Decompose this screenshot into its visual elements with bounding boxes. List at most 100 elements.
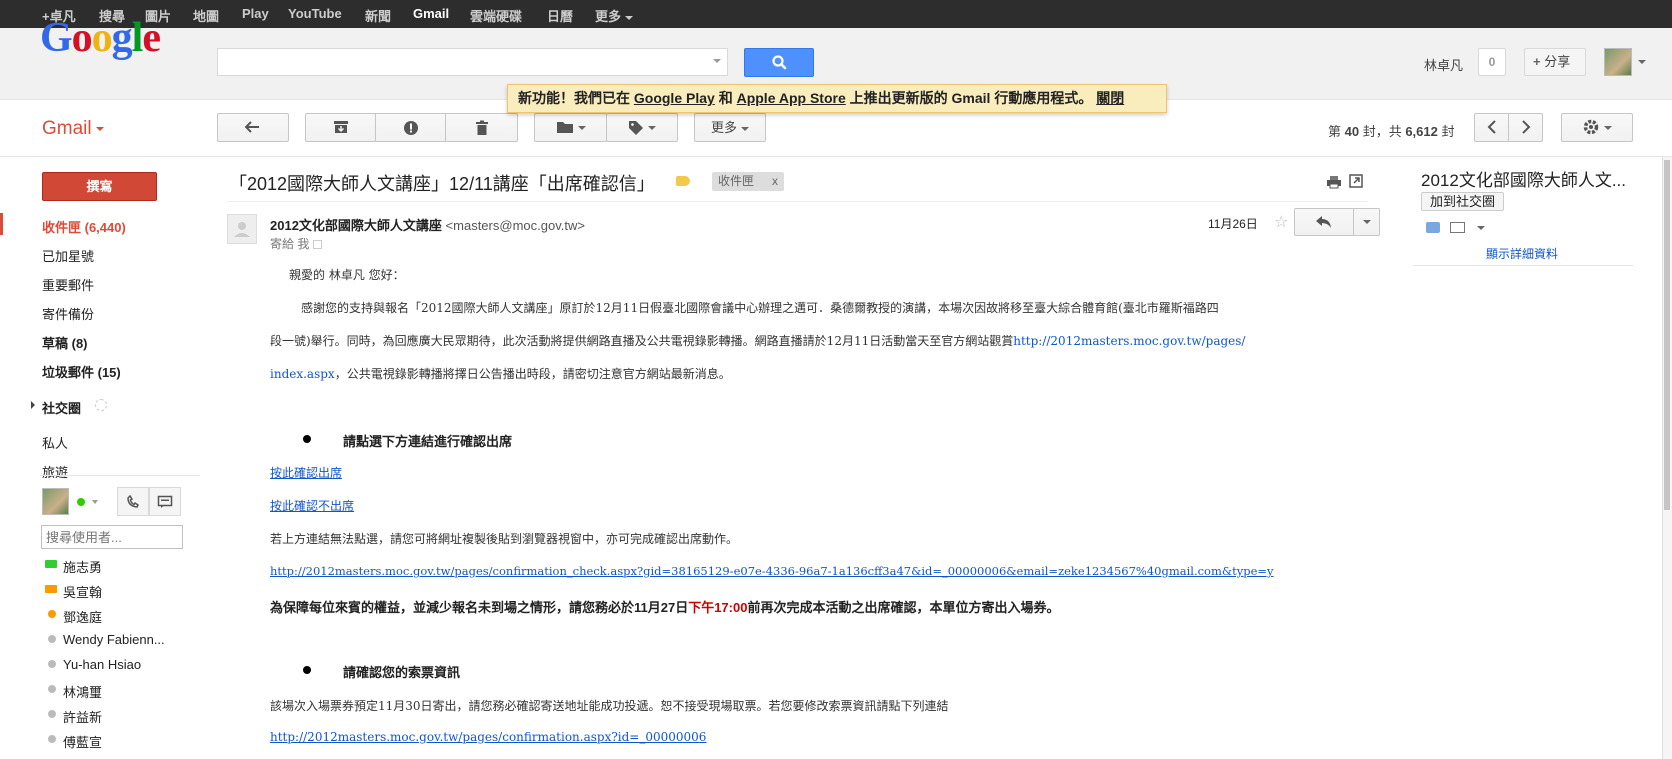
- archive-button[interactable]: [305, 113, 376, 142]
- body-paragraph-line: 段一號)舉行。同時，為回應廣大民眾期待，此次活動將提供網路直播及公共電視錄影轉播…: [270, 334, 1246, 348]
- greeting: 親愛的 林卓凡 您好：: [289, 268, 405, 282]
- account-avatar[interactable]: [1604, 48, 1632, 76]
- offline-status-icon: [48, 735, 56, 743]
- chat-bubble-icon[interactable]: [1426, 222, 1440, 233]
- chat-status-indicator[interactable]: [77, 498, 85, 506]
- account-caret-icon[interactable]: [1638, 60, 1646, 64]
- banner-close-link[interactable]: 關閉: [1096, 90, 1124, 106]
- search-input[interactable]: [217, 48, 728, 76]
- topnav-calendar[interactable]: 日曆: [547, 6, 573, 25]
- body-paragraph-line: 感謝您的支持與報名「2012國際大師人文講座」原訂於12月11日假臺北國際會議中…: [301, 301, 1219, 315]
- contact-card-title[interactable]: 2012文化部國際大師人文...: [1421, 166, 1626, 191]
- sender-avatar[interactable]: [227, 214, 257, 244]
- topnav-play[interactable]: Play: [242, 6, 269, 21]
- confirm-url-link[interactable]: http://2012masters.moc.gov.tw/pages/conf…: [270, 564, 1274, 578]
- chat-contact[interactable]: 傅藍宣: [63, 732, 102, 751]
- add-to-circles-button[interactable]: 加到社交圈: [1421, 192, 1505, 211]
- chat-contact[interactable]: Yu-han Hsiao: [63, 657, 141, 672]
- google-play-link[interactable]: Google Play: [634, 90, 715, 106]
- confirm-not-attend-link[interactable]: 按此確認不出席: [270, 497, 354, 514]
- topnav-more[interactable]: 更多: [595, 6, 634, 25]
- show-details-icon[interactable]: [313, 240, 323, 249]
- ticket-info-text: 該場次入場票券預定11月30日寄出，請您務必確認寄送地址能成功投遞。恕不接受現場…: [270, 699, 949, 713]
- expand-arrow-icon[interactable]: [31, 401, 35, 409]
- top-nav-bar: +卓凡 搜尋 圖片 地圖 Play YouTube 新聞 Gmail 雲端硬碟 …: [0, 0, 1672, 28]
- star-icon[interactable]: ☆: [1274, 212, 1288, 232]
- sidebar-item-circle-private[interactable]: 私人: [42, 433, 68, 452]
- call-phone-button[interactable]: [117, 487, 149, 516]
- sender-name[interactable]: 2012文化部國際大師人文講座 <masters@moc.gov.tw>: [270, 215, 585, 234]
- sidebar-item-drafts[interactable]: 草稿 (8): [42, 333, 88, 352]
- offline-status-icon: [48, 635, 56, 643]
- notification-count[interactable]: 0: [1478, 48, 1506, 76]
- show-details-link[interactable]: 顯示詳細資料: [1486, 245, 1558, 262]
- topnav-news[interactable]: 新聞: [365, 6, 391, 25]
- official-site-link[interactable]: http://2012masters.moc.gov.tw/pages/: [1013, 334, 1245, 348]
- inbox-selected-marker: [0, 213, 3, 235]
- chevron-down-icon[interactable]: [1477, 226, 1485, 230]
- google-logo[interactable]: Google: [40, 14, 161, 62]
- mail-icon[interactable]: [1450, 222, 1465, 233]
- new-window-icon[interactable]: [1349, 174, 1363, 188]
- chat-search-input[interactable]: [41, 525, 183, 549]
- delete-button[interactable]: [445, 113, 518, 142]
- topnav-youtube[interactable]: YouTube: [288, 6, 342, 21]
- sidebar-item-circle-travel[interactable]: 旅遊: [42, 462, 68, 481]
- sidebar-item-circles[interactable]: 社交圈: [42, 398, 81, 417]
- topnav-maps[interactable]: 地圖: [193, 6, 219, 25]
- chevron-down-icon: [1362, 219, 1371, 224]
- official-site-link[interactable]: index.aspx: [270, 367, 335, 381]
- label-icon: [629, 121, 643, 135]
- sidebar-item-starred[interactable]: 已加星號: [42, 246, 94, 265]
- folder-icon: [556, 122, 573, 133]
- app-store-link[interactable]: Apple App Store: [737, 90, 846, 106]
- move-to-button[interactable]: [534, 113, 607, 142]
- share-button[interactable]: + 分享: [1524, 48, 1586, 76]
- back-to-inbox-button[interactable]: [217, 113, 289, 142]
- chat-contact[interactable]: 施志勇: [63, 557, 102, 576]
- message-subject: 「2012國際大師人文講座」12/11講座「出席確認信」: [229, 174, 655, 194]
- labels-button[interactable]: [606, 113, 678, 142]
- chat-avatar[interactable]: [42, 488, 69, 515]
- sidebar-item-sent[interactable]: 寄件備份: [42, 304, 94, 323]
- reply-button[interactable]: [1294, 208, 1354, 236]
- settings-button[interactable]: [1561, 113, 1633, 142]
- search-dropdown-icon[interactable]: [713, 59, 721, 63]
- search-button[interactable]: [744, 48, 814, 77]
- chevron-down-icon: [577, 126, 586, 130]
- gmail-app-menu[interactable]: Gmail: [42, 118, 104, 140]
- chat-status-caret-icon[interactable]: [92, 500, 98, 504]
- newer-message-button[interactable]: [1474, 113, 1509, 142]
- topnav-gmail[interactable]: Gmail: [413, 6, 449, 21]
- ticket-url-link[interactable]: http://2012masters.moc.gov.tw/pages/conf…: [270, 730, 706, 744]
- report-spam-button[interactable]: [375, 113, 446, 142]
- person-icon: [234, 222, 250, 237]
- confirm-attend-link[interactable]: 按此確認出席: [270, 464, 342, 481]
- nav-divider: [40, 475, 200, 476]
- chat-contact[interactable]: 林鴻璽: [63, 682, 102, 701]
- chevron-left-icon: [1487, 120, 1496, 134]
- label-tag-icon[interactable]: [676, 176, 690, 186]
- sidebar-item-inbox[interactable]: 收件匣 (6,440): [42, 217, 126, 236]
- scrollbar-thumb[interactable]: [1664, 160, 1670, 510]
- sidebar-item-important[interactable]: 重要郵件: [42, 275, 94, 294]
- more-actions-button[interactable]: 更多: [694, 113, 766, 142]
- spam-icon: [403, 121, 418, 135]
- print-icon[interactable]: [1326, 175, 1342, 189]
- back-arrow-icon: [244, 121, 259, 133]
- inbox-label-chip[interactable]: 收件匣 x: [712, 172, 785, 191]
- video-chat-button[interactable]: [149, 487, 181, 516]
- topnav-drive[interactable]: 雲端硬碟: [470, 6, 522, 25]
- older-message-button[interactable]: [1508, 113, 1543, 142]
- user-name[interactable]: 林卓凡: [1424, 55, 1463, 74]
- sidebar-item-spam[interactable]: 垃圾郵件 (15): [42, 362, 121, 381]
- chat-contact[interactable]: Wendy Fabienn...: [63, 632, 165, 647]
- away-status-icon: [48, 610, 56, 618]
- chevron-down-icon: [648, 126, 656, 130]
- chat-contact[interactable]: 許益新: [63, 707, 102, 726]
- chat-contact[interactable]: 鄧逸庭: [63, 607, 102, 626]
- remove-label-icon[interactable]: x: [772, 174, 778, 188]
- compose-button[interactable]: 撰寫: [42, 172, 157, 201]
- chat-contact[interactable]: 吳宣翰: [63, 582, 102, 601]
- reply-options-button[interactable]: [1353, 208, 1380, 236]
